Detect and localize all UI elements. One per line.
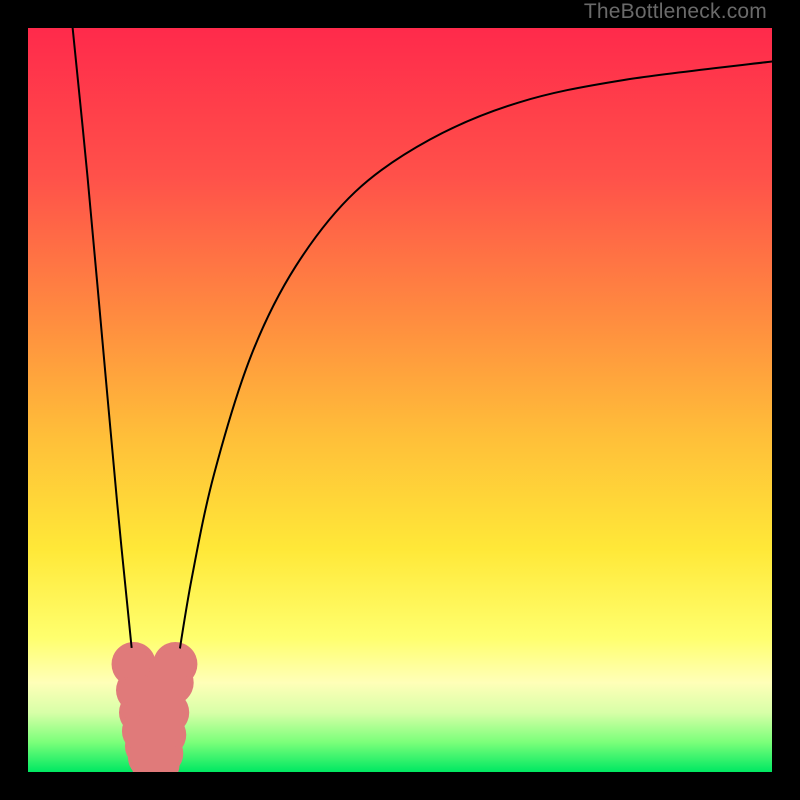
curve-right-branch <box>158 61 772 768</box>
plot-area <box>28 28 772 772</box>
curve-layer <box>28 28 772 772</box>
chart-frame: TheBottleneck.com <box>0 0 800 800</box>
marker-dot <box>159 648 192 681</box>
marker-dot <box>151 696 184 729</box>
watermark-text: TheBottleneck.com <box>584 0 767 24</box>
